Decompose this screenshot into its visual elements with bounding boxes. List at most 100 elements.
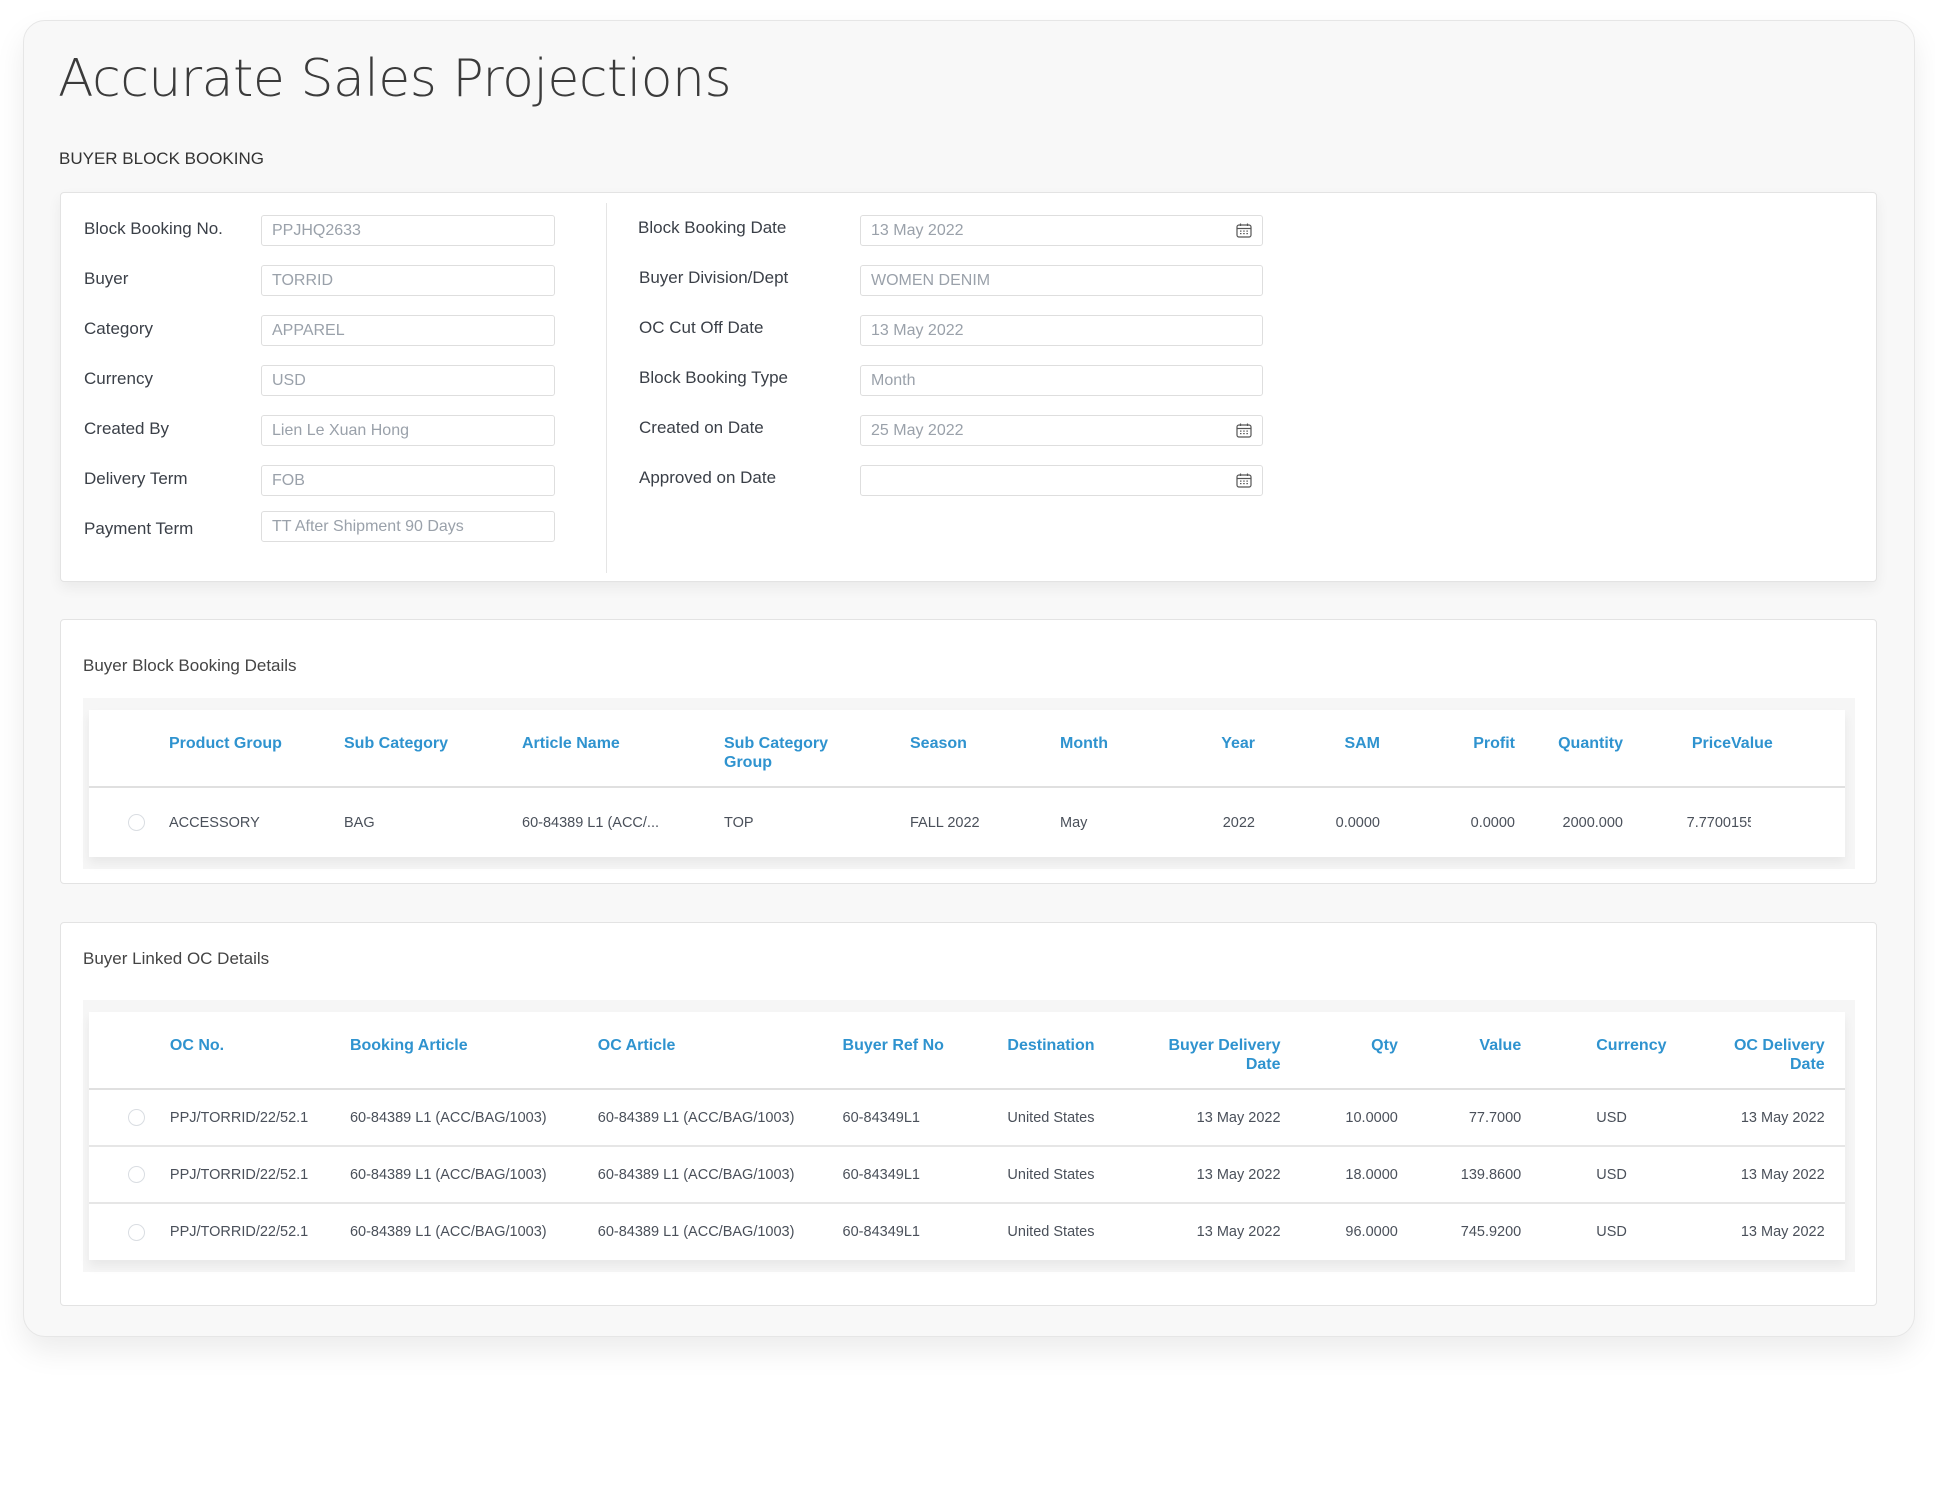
table-cell: 13 May 2022 — [1196, 1224, 1281, 1240]
column-header[interactable]: Currency — [1521, 1012, 1673, 1089]
row-radio-button[interactable] — [127, 814, 145, 831]
delivery-term-field[interactable]: FOB — [261, 465, 555, 496]
block-booking-no-label: Block Booking No. — [84, 219, 223, 238]
block-booking-no-field[interactable]: PPJHQ2633 — [261, 215, 555, 246]
table-cell: 13 May 2022 — [1196, 1109, 1281, 1126]
buyer-division-field[interactable]: WOMEN DENIM — [860, 265, 1263, 296]
booking-details-table: Product Group Sub Category Article Name … — [89, 710, 1845, 857]
calendar-icon[interactable] — [1236, 223, 1252, 238]
column-header[interactable]: Product Group — [169, 710, 344, 787]
calendar-icon[interactable] — [1236, 473, 1252, 488]
block-booking-date-field[interactable]: 13 May 2022 — [860, 215, 1263, 246]
booking-details-title: Buyer Block Booking Details — [83, 656, 297, 675]
form-column-right: Block Booking Date 13 May 2022 Buyer Div… — [606, 203, 1306, 573]
field-value: Month — [871, 371, 916, 389]
table-cell: 60-84389 L1 (ACC/... — [522, 814, 660, 831]
column-header[interactable]: Season — [910, 710, 1060, 787]
field-value: WOMEN DENIM — [871, 271, 991, 289]
table-cell: 2000.000 — [1562, 814, 1623, 831]
approved-on-date-field[interactable] — [860, 465, 1263, 496]
booking-details-table-container: Product Group Sub Category Article Name … — [89, 710, 1845, 857]
field-value: APPAREL — [272, 321, 345, 339]
table-cell: May — [1060, 814, 1088, 831]
table-cell: PPJ/TORRID/22/52.1 — [169, 1166, 309, 1183]
column-header[interactable]: OC Article — [598, 1012, 843, 1089]
block-booking-type-field[interactable]: Month — [860, 365, 1263, 396]
table-row[interactable]: ACCESSORY BAG 60-84389 L1 (ACC/... TOP F… — [89, 787, 1845, 857]
column-header[interactable]: Price — [1623, 710, 1731, 787]
field-value: PPJHQ2633 — [272, 221, 361, 239]
field-value: 25 May 2022 — [871, 421, 964, 439]
select-column-header — [89, 710, 169, 787]
oc-cut-off-date-field[interactable]: 13 May 2022 — [860, 315, 1263, 346]
column-header[interactable]: Month — [1060, 710, 1145, 787]
table-cell: 60-84349L1 — [842, 1224, 920, 1240]
column-header[interactable]: SAM — [1255, 710, 1380, 787]
table-cell: ACCESSORY — [169, 814, 260, 831]
row-select-cell — [89, 1203, 170, 1260]
row-radio-button[interactable] — [127, 1166, 145, 1183]
created-on-date-label: Created on Date — [639, 418, 764, 437]
table-cell: 60-84389 L1 (ACC/BAG/1003) — [349, 1224, 547, 1240]
select-column-header — [89, 1012, 170, 1089]
row-select-cell — [89, 1089, 170, 1146]
table-cell: 60-84349L1 — [842, 1166, 920, 1183]
column-header[interactable]: Buyer Delivery Date — [1144, 1012, 1280, 1089]
oc-details-table-container: OC No. Booking Article OC Article Buyer … — [89, 1012, 1845, 1260]
column-header[interactable]: OC Delivery Date — [1673, 1012, 1825, 1089]
row-radio-button[interactable] — [127, 1223, 145, 1241]
table-row[interactable]: PPJ/TORRID/22/52.1 60-84389 L1 (ACC/BAG/1… — [89, 1203, 1845, 1260]
oc-details-title: Buyer Linked OC Details — [83, 949, 270, 968]
calendar-icon[interactable] — [1236, 423, 1252, 438]
row-select-cell — [89, 1146, 170, 1203]
column-header[interactable]: Year — [1145, 710, 1255, 787]
field-value: TORRID — [272, 271, 334, 289]
column-header[interactable]: Sub Category — [344, 710, 522, 787]
field-value: USD — [272, 371, 306, 389]
table-cell: 60-84389 L1 (ACC/BAG/1003) — [349, 1166, 547, 1183]
column-header[interactable]: Destination — [1007, 1012, 1144, 1089]
column-header[interactable]: Value — [1398, 1012, 1521, 1089]
column-header[interactable]: Qty — [1281, 1012, 1398, 1089]
category-label: Category — [84, 319, 153, 338]
column-header[interactable]: Buyer Ref No — [843, 1012, 1008, 1089]
oc-details-table: OC No. Booking Article OC Article Buyer … — [89, 1012, 1845, 1260]
field-value: TT After Shipment 90 Days — [272, 517, 464, 535]
buyer-label: Buyer — [84, 269, 129, 288]
table-row[interactable]: PPJ/TORRID/22/52.1 60-84389 L1 (ACC/BAG/1… — [89, 1089, 1845, 1146]
currency-field[interactable]: USD — [261, 365, 555, 396]
table-cell: 2022 — [1222, 814, 1255, 831]
created-on-date-field[interactable]: 25 May 2022 — [860, 415, 1263, 446]
column-header[interactable]: Article Name — [522, 710, 724, 787]
currency-label: Currency — [84, 369, 153, 388]
table-cell: USD — [1596, 1166, 1627, 1183]
column-header[interactable]: Quantity — [1515, 710, 1623, 787]
booking-details-card: Buyer Block Booking Details Product Grou… — [60, 619, 1877, 884]
table-cell: 13 May 2022 — [1740, 1109, 1825, 1126]
row-radio-button[interactable] — [127, 1109, 145, 1126]
column-header[interactable]: Profit — [1380, 710, 1515, 787]
block-booking-date-label: Block Booking Date — [638, 218, 787, 237]
table-row[interactable]: PPJ/TORRID/22/52.1 60-84389 L1 (ACC/BAG/1… — [89, 1146, 1845, 1203]
approved-on-date-label: Approved on Date — [639, 468, 777, 487]
booking-details-table-wrap: Product Group Sub Category Article Name … — [83, 698, 1855, 869]
buyer-field[interactable]: TORRID — [261, 265, 555, 296]
spacer — [1825, 1089, 1845, 1146]
created-by-field[interactable]: Lien Le Xuan Hong — [261, 415, 555, 446]
payment-term-field[interactable]: TT After Shipment 90 Days — [261, 511, 555, 542]
column-header[interactable]: Value — [1731, 710, 1773, 787]
column-header[interactable]: Sub Category Group — [724, 710, 910, 787]
table-cell: 10.0000 — [1345, 1109, 1398, 1126]
table-cell: 139.8600 — [1460, 1166, 1522, 1183]
column-header[interactable]: OC No. — [170, 1012, 350, 1089]
section-label: BUYER BLOCK BOOKING — [59, 149, 264, 168]
column-header[interactable]: Booking Article — [350, 1012, 598, 1089]
table-cell: 60-84349L1 — [842, 1109, 920, 1126]
page-title: Accurate Sales Projections — [58, 49, 732, 109]
delivery-term-label: Delivery Term — [84, 469, 188, 488]
table-cell: 745.9200 — [1460, 1224, 1522, 1240]
table-cell: TOP — [724, 814, 754, 831]
oc-cut-off-date-label: OC Cut Off Date — [639, 318, 764, 337]
category-field[interactable]: APPAREL — [261, 315, 555, 346]
table-cell: 7.7700 — [1686, 814, 1731, 831]
